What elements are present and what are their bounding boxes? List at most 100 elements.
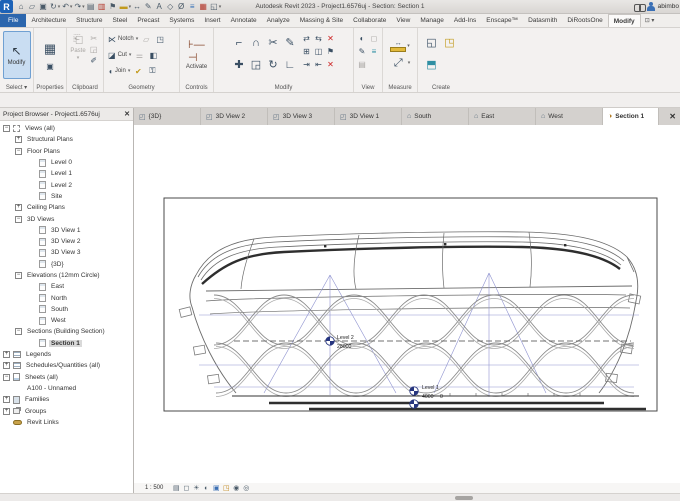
view-tab[interactable]: ⌂ South bbox=[402, 108, 469, 125]
level-0-datum-icon[interactable] bbox=[409, 399, 419, 409]
cut-profile-icon[interactable]: ◻ bbox=[368, 33, 380, 44]
rotate-icon[interactable]: ↻ bbox=[265, 54, 282, 75]
visual-style-icon[interactable]: ◻ bbox=[181, 484, 191, 493]
sync-with-central-icon[interactable]: ↻ ▾ bbox=[49, 1, 61, 13]
paint-icon[interactable]: ◧ bbox=[147, 50, 159, 61]
measure-icon[interactable]: ▬ ▾ bbox=[119, 1, 133, 13]
remove-hidden-lines-icon[interactable]: ≡ bbox=[368, 46, 380, 57]
view-tab[interactable]: ◰ {3D} bbox=[134, 108, 201, 125]
ribbon-tab[interactable]: Collaborate bbox=[348, 14, 391, 27]
level-0-elevation[interactable]: 0 bbox=[440, 394, 443, 400]
project-browser-header[interactable]: Project Browser - Project1.6576uj ✕ bbox=[0, 108, 133, 121]
tree-item[interactable]: South bbox=[0, 304, 133, 315]
user-name[interactable]: abimbo bbox=[658, 3, 679, 10]
view-tab[interactable]: ◰ 3D View 2 bbox=[201, 108, 268, 125]
ribbon-tab[interactable]: Systems bbox=[164, 14, 199, 27]
tree-expander[interactable]: − bbox=[3, 373, 10, 381]
ribbon-tab[interactable]: Enscape™ bbox=[481, 14, 523, 27]
level-1-elevation[interactable]: 4000 bbox=[422, 394, 434, 400]
level-1-datum-icon[interactable] bbox=[409, 386, 419, 396]
delete-red-icon[interactable]: ✕ bbox=[325, 59, 337, 70]
level-1-name[interactable]: Level 1 bbox=[422, 385, 439, 391]
ribbon-tab[interactable]: Analyze bbox=[262, 14, 295, 27]
tree-item[interactable]: 3D View 1 bbox=[0, 225, 133, 236]
ribbon-display-toggle[interactable]: ⊡ ▾ bbox=[645, 14, 655, 27]
ribbon-tab[interactable]: Datasmith bbox=[523, 14, 562, 27]
tree-item[interactable]: + Groups bbox=[0, 405, 133, 416]
delete-icon[interactable]: ✕ bbox=[325, 33, 337, 44]
detail-level-icon[interactable]: ▤ bbox=[171, 484, 181, 493]
tree-item[interactable]: − Elevations (12mm Circle) bbox=[0, 270, 133, 281]
ribbon-tab[interactable]: Insert bbox=[199, 14, 225, 27]
tree-expander[interactable]: + bbox=[3, 351, 10, 359]
join-geometry-icon[interactable]: ✎ bbox=[282, 32, 299, 53]
text-icon[interactable]: A bbox=[154, 1, 165, 13]
create-assembly-icon[interactable]: ◳ bbox=[441, 32, 458, 53]
tree-item[interactable]: {3D} bbox=[0, 259, 133, 270]
ribbon-tab[interactable]: Modify bbox=[607, 14, 641, 27]
tree-item[interactable]: 3D View 3 bbox=[0, 247, 133, 258]
split-element-icon[interactable]: ⇄ bbox=[301, 33, 313, 44]
copy-icon[interactable]: ◲ bbox=[248, 54, 265, 75]
offset-icon[interactable]: ⇆ bbox=[313, 33, 325, 44]
aligned-dimension-icon[interactable]: ↔ bbox=[132, 1, 143, 13]
properties-palette-icon[interactable]: ▦ bbox=[42, 38, 59, 59]
tree-expander[interactable]: − bbox=[15, 272, 22, 279]
tree-expander[interactable]: − bbox=[15, 328, 22, 336]
tree-item[interactable]: + Structural Plans bbox=[0, 134, 133, 145]
tree-expander[interactable]: + bbox=[3, 407, 10, 415]
horizontal-scrollbar-thumb[interactable] bbox=[455, 496, 473, 500]
array-icon[interactable]: ⊞ bbox=[301, 46, 313, 57]
user-avatar-icon[interactable] bbox=[646, 2, 655, 11]
cut-geometry-icon[interactable]: ✂ bbox=[265, 32, 282, 53]
unpin-icon[interactable]: ⇤ bbox=[313, 59, 325, 70]
ribbon-tab[interactable]: Add-Ins bbox=[449, 14, 481, 27]
open-file-icon[interactable]: ▱ bbox=[27, 1, 38, 13]
align-icon[interactable]: ⌐ bbox=[231, 32, 248, 53]
view-tab[interactable]: ◑ Section 1 bbox=[603, 108, 659, 125]
view-tab[interactable]: ◰ 3D View 3 bbox=[268, 108, 335, 125]
tag-by-category-icon[interactable]: ⚑ bbox=[108, 1, 119, 13]
tree-item[interactable]: − 3D Views bbox=[0, 213, 133, 224]
cope-icon[interactable]: ∩ bbox=[248, 32, 265, 53]
demolish-icon[interactable]: ▱ bbox=[140, 34, 152, 45]
cut-to-clipboard-icon[interactable]: ✂ bbox=[88, 33, 100, 44]
trim-extend-icon[interactable]: ∟ bbox=[282, 54, 299, 75]
ribbon-tab[interactable]: Annotate bbox=[226, 14, 262, 27]
crop-view-icon[interactable]: ▣ bbox=[211, 484, 221, 493]
wall-joins-icon[interactable]: ◳ bbox=[154, 34, 166, 45]
tree-expander[interactable]: − bbox=[15, 147, 22, 155]
ribbon-tab[interactable]: Massing & Site bbox=[295, 14, 348, 27]
tree-item[interactable]: Level 2 bbox=[0, 179, 133, 190]
tree-expander[interactable]: + bbox=[3, 362, 10, 370]
ribbon-tab[interactable]: Precast bbox=[132, 14, 164, 27]
tree-expander[interactable]: − bbox=[15, 215, 22, 223]
modify-button[interactable]: ↖ Modify bbox=[2, 31, 31, 79]
view-tab[interactable]: ◰ 3D View 1 bbox=[335, 108, 402, 125]
tree-item[interactable]: North bbox=[0, 292, 133, 303]
create-parts-icon[interactable]: ◱ bbox=[423, 32, 440, 53]
tree-item[interactable]: West bbox=[0, 315, 133, 326]
show-hidden-lines-icon[interactable]: ✎ bbox=[356, 46, 368, 57]
tree-item[interactable]: − Sections (Building Section) bbox=[0, 326, 133, 337]
create-group-icon[interactable]: ⬒ bbox=[423, 54, 440, 75]
tree-item[interactable]: Revit Links bbox=[0, 417, 133, 428]
pin-icon[interactable]: ⚑ bbox=[325, 46, 337, 57]
move-icon[interactable]: ✚ bbox=[231, 54, 248, 75]
tree-item[interactable]: − Sheets (all) bbox=[0, 372, 133, 383]
tree-item[interactable]: Level 1 bbox=[0, 168, 133, 179]
crop-region[interactable] bbox=[163, 197, 658, 412]
show-crop-region-icon[interactable]: ◳ bbox=[221, 484, 231, 493]
split-face-icon[interactable]: ✔ bbox=[132, 66, 144, 77]
tree-item[interactable]: Site bbox=[0, 191, 133, 202]
switch-windows-icon[interactable]: ◱ ▾ bbox=[209, 1, 222, 13]
undo-icon[interactable]: ↶ ▾ bbox=[61, 1, 73, 13]
tree-item[interactable]: Level 0 bbox=[0, 157, 133, 168]
scale-button[interactable]: 1 : 500 bbox=[145, 485, 163, 491]
save-icon[interactable]: ▣ bbox=[38, 1, 49, 13]
reveal-hidden-elements-icon[interactable]: ◎ bbox=[241, 484, 251, 493]
activate-button[interactable]: Activate bbox=[186, 64, 207, 70]
tree-item[interactable]: + Schedules/Quantities (all) bbox=[0, 360, 133, 371]
tree-item[interactable]: 3D View 2 bbox=[0, 236, 133, 247]
revit-logo[interactable]: R bbox=[0, 0, 13, 13]
